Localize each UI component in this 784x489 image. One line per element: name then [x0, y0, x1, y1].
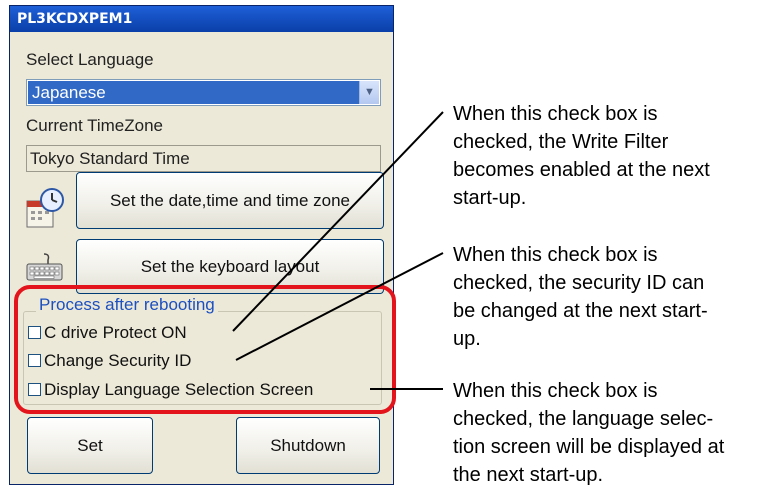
callout-line: start-up.	[453, 187, 527, 209]
callout-line: When this check box is	[453, 244, 658, 266]
callout-line: up.	[453, 328, 481, 350]
callout-line: When this check box is	[453, 103, 658, 125]
leader-line-2	[235, 252, 444, 361]
callout-line: checked, the language selec-	[453, 408, 714, 430]
callout-line: checked, the Write Filter	[453, 131, 669, 153]
callout-write-filter: When this check box is checked, the Writ…	[453, 100, 778, 212]
callout-line: checked, the security ID can	[453, 272, 705, 294]
callout-line: tion screen will be displayed at	[453, 436, 725, 458]
callout-language-selection: When this check box is checked, the lang…	[453, 377, 778, 489]
leader-line-1	[232, 111, 444, 332]
callout-security-id: When this check box is checked, the secu…	[453, 241, 778, 353]
callout-line: When this check box is	[453, 380, 658, 402]
callout-line: becomes enabled at the next	[453, 159, 710, 181]
callout-line: the next start-up.	[453, 464, 604, 486]
callout-line: be changed at the next start-	[453, 300, 708, 322]
